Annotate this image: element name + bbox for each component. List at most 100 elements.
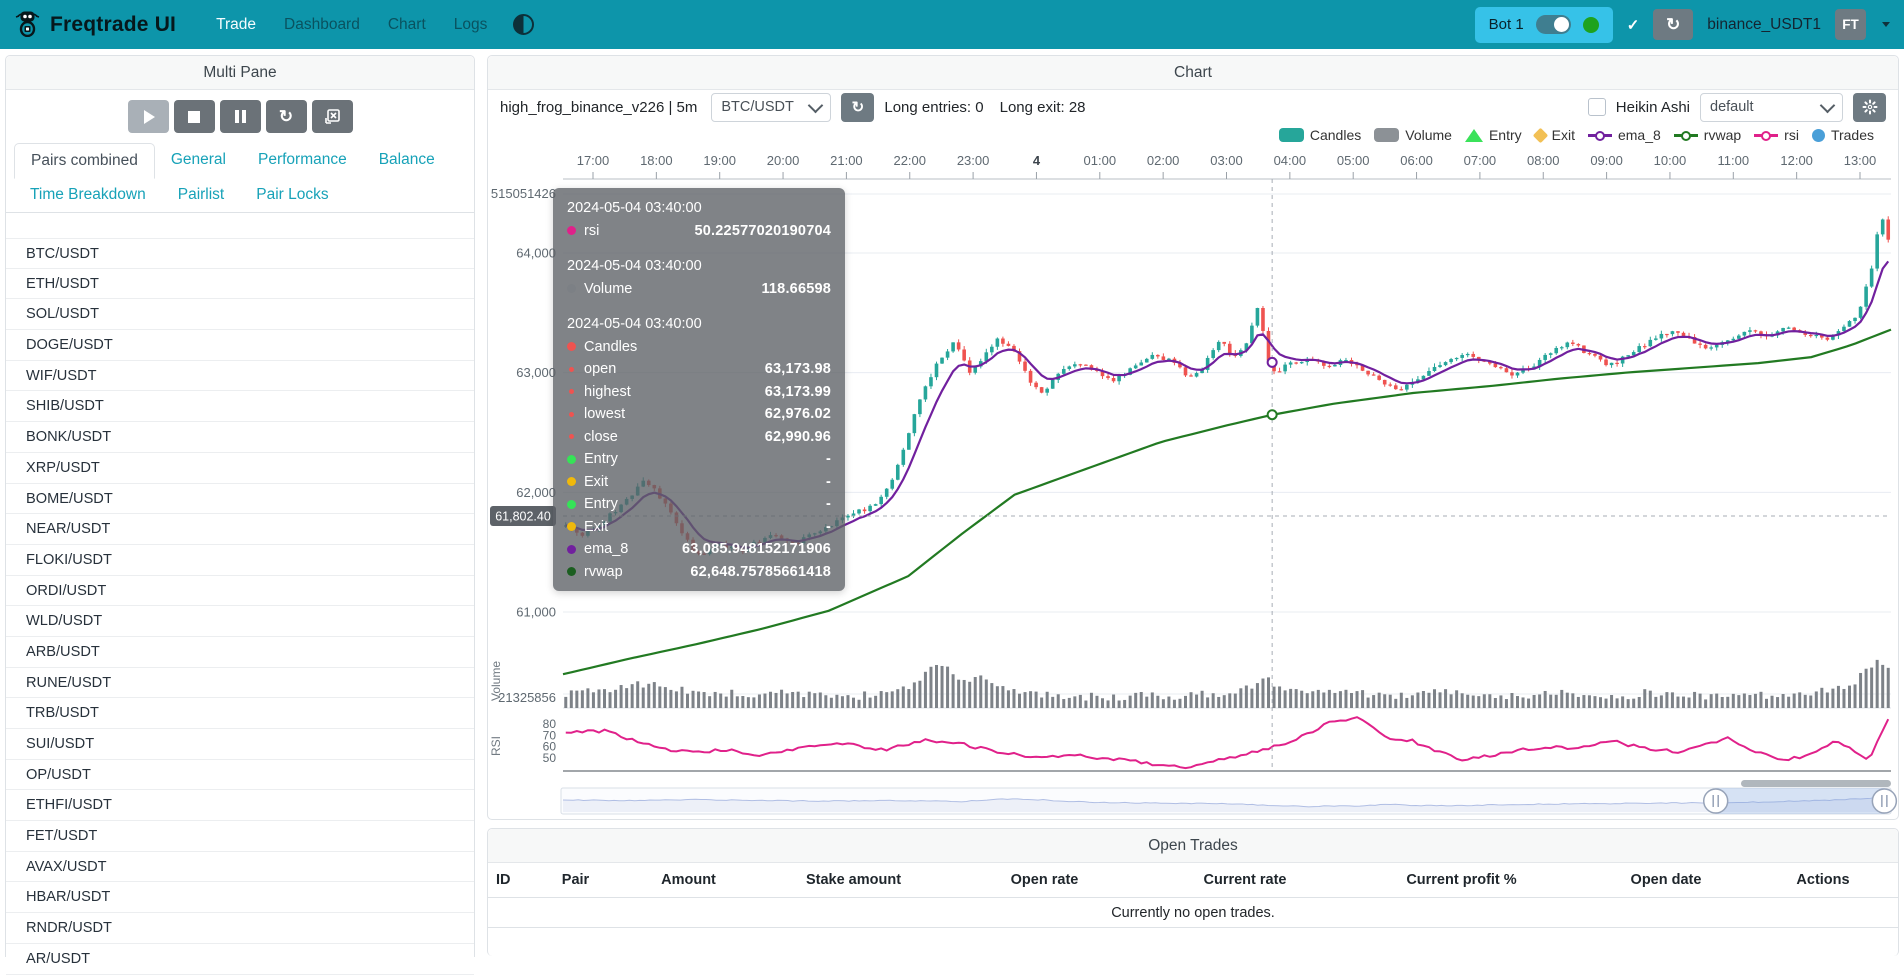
- reload-bot-button[interactable]: ↻: [1653, 9, 1693, 40]
- svg-text:61,802.40: 61,802.40: [495, 509, 551, 523]
- tab-time-breakdown[interactable]: Time Breakdown: [14, 178, 162, 212]
- pause-bot-button[interactable]: [220, 100, 261, 133]
- legend-label: Candles: [1310, 127, 1361, 143]
- series-dot-icon: [567, 522, 576, 531]
- nav-item-trade[interactable]: Trade: [216, 16, 256, 34]
- navbar-right: Bot 1 ✓ ↻ binance_USDT1 FT: [1475, 7, 1890, 43]
- column-header-open-date[interactable]: Open date: [1574, 872, 1758, 888]
- pair-row-ordi[interactable]: ORDI/USDT: [6, 576, 474, 607]
- tooltip-row-rvwap: rvwap62,648.75785661418: [567, 561, 831, 584]
- pair-row-btc[interactable]: BTC/USDT: [6, 238, 474, 269]
- plot-config-select[interactable]: default: [1700, 93, 1843, 122]
- legend-item-rsi[interactable]: rsi: [1754, 127, 1799, 143]
- play-icon: [144, 110, 155, 124]
- multi-pane-panel: Multi Pane ↻ Pairs combinedGeneralPerfor…: [5, 55, 475, 957]
- start-bot-button[interactable]: [128, 100, 169, 133]
- column-header-open-rate[interactable]: Open rate: [948, 872, 1141, 888]
- tooltip-value: 118.66598: [761, 281, 831, 297]
- column-header-pair[interactable]: Pair: [533, 872, 618, 888]
- tooltip-value: -: [826, 474, 831, 490]
- chart-tooltip: 2024-05-04 03:40:00rsi50.225770201907042…: [553, 188, 845, 591]
- pair-row-rndr[interactable]: RNDR/USDT: [6, 913, 474, 944]
- tab-balance[interactable]: Balance: [363, 143, 451, 178]
- column-header-stake-amount[interactable]: Stake amount: [759, 872, 948, 888]
- pair-row-trb[interactable]: TRB/USDT: [6, 698, 474, 729]
- reload-config-button[interactable]: ↻: [266, 100, 307, 133]
- legend-item-rvwap[interactable]: rvwap: [1674, 127, 1741, 143]
- nav-item-chart[interactable]: Chart: [388, 16, 426, 34]
- check-icon: ✓: [1627, 16, 1640, 34]
- heikin-ashi-checkbox[interactable]: [1588, 98, 1606, 116]
- pair-row-eth[interactable]: ETH/USDT: [6, 269, 474, 300]
- pair-row-doge[interactable]: DOGE/USDT: [6, 330, 474, 361]
- pair-row-wif[interactable]: WIF/USDT: [6, 361, 474, 392]
- column-header-amount[interactable]: Amount: [618, 872, 759, 888]
- bot-online-indicator: [1583, 17, 1599, 33]
- tooltip-timestamp: 2024-05-04 03:40:00: [567, 313, 831, 336]
- svg-text:50: 50: [543, 751, 557, 765]
- bot-enable-toggle[interactable]: [1536, 15, 1571, 34]
- legend-item-volume[interactable]: Volume: [1374, 127, 1452, 143]
- tooltip-label: Entry: [584, 496, 618, 512]
- pair-row-xrp[interactable]: XRP/USDT: [6, 453, 474, 484]
- refresh-icon: ↻: [279, 108, 293, 125]
- nav-item-dashboard[interactable]: Dashboard: [284, 16, 360, 34]
- tab-pairlist[interactable]: Pairlist: [162, 178, 241, 212]
- column-header-current-profit-[interactable]: Current profit %: [1349, 872, 1574, 888]
- tooltip-value: -: [826, 519, 831, 535]
- pair-row-near[interactable]: NEAR/USDT: [6, 514, 474, 545]
- user-avatar[interactable]: FT: [1835, 9, 1866, 40]
- tooltip-row-entry: Entry-: [567, 448, 831, 471]
- tooltip-row-entry: Entry-: [567, 493, 831, 516]
- pair-row-avax[interactable]: AVAX/USDT: [6, 852, 474, 883]
- user-menu-caret-icon[interactable]: [1882, 22, 1890, 27]
- svg-text:20:00: 20:00: [767, 153, 800, 168]
- tab-performance[interactable]: Performance: [242, 143, 363, 178]
- pair-row-arb[interactable]: ARB/USDT: [6, 637, 474, 668]
- tab-general[interactable]: General: [155, 143, 242, 178]
- pair-row-hbar[interactable]: HBAR/USDT: [6, 882, 474, 913]
- freqtrade-robot-logo-icon: [14, 8, 41, 42]
- pair-row-floki[interactable]: FLOKI/USDT: [6, 545, 474, 576]
- gear-icon: [1862, 99, 1878, 115]
- legend-item-entry[interactable]: Entry: [1465, 127, 1522, 143]
- theme-toggle-icon[interactable]: [513, 14, 534, 35]
- tooltip-value: 62,990.96: [765, 429, 831, 445]
- tooltip-label: highest: [584, 384, 631, 400]
- pair-row-wld[interactable]: WLD/USDT: [6, 606, 474, 637]
- pair-row-ar[interactable]: AR/USDT: [6, 944, 474, 975]
- pair-row-rune[interactable]: RUNE/USDT: [6, 668, 474, 699]
- bot-selector[interactable]: Bot 1: [1475, 7, 1613, 43]
- clear-logs-button[interactable]: [312, 100, 353, 133]
- pair-row-shib[interactable]: SHIB/USDT: [6, 391, 474, 422]
- chevron-down-icon: [1820, 97, 1836, 113]
- refresh-chart-button[interactable]: ↻: [841, 93, 874, 122]
- pair-select[interactable]: BTC/USDT: [711, 93, 831, 122]
- pair-row-fet[interactable]: FET/USDT: [6, 821, 474, 852]
- legend-item-ema_8[interactable]: ema_8: [1588, 127, 1661, 143]
- pair-row-bome[interactable]: BOME/USDT: [6, 484, 474, 515]
- tooltip-row-candles: Candles: [567, 336, 831, 359]
- pair-row-op[interactable]: OP/USDT: [6, 760, 474, 791]
- column-header-actions[interactable]: Actions: [1758, 872, 1888, 888]
- legend-item-exit[interactable]: Exit: [1535, 127, 1575, 143]
- pair-row-sol[interactable]: SOL/USDT: [6, 299, 474, 330]
- long-entries-label: Long entries: 0: [884, 99, 983, 116]
- stop-bot-button[interactable]: [174, 100, 215, 133]
- tab-pairs-combined[interactable]: Pairs combined: [14, 143, 155, 179]
- pair-row-bonk[interactable]: BONK/USDT: [6, 422, 474, 453]
- brand[interactable]: Freqtrade UI: [14, 8, 176, 42]
- column-header-id[interactable]: ID: [488, 872, 533, 888]
- multi-pane-title: Multi Pane: [6, 56, 474, 90]
- plot-settings-button[interactable]: [1853, 93, 1886, 122]
- tab-pair-locks[interactable]: Pair Locks: [240, 178, 344, 212]
- legend-item-trades[interactable]: Trades: [1812, 127, 1874, 143]
- pair-row-ethfi[interactable]: ETHFI/USDT: [6, 790, 474, 821]
- pair-row-sui[interactable]: SUI/USDT: [6, 729, 474, 760]
- refresh-icon: ↻: [1666, 15, 1680, 35]
- legend-item-candles[interactable]: Candles: [1279, 127, 1361, 143]
- column-header-current-rate[interactable]: Current rate: [1141, 872, 1349, 888]
- svg-text:19:00: 19:00: [703, 153, 736, 168]
- legend-label: rsi: [1784, 127, 1799, 143]
- nav-item-logs[interactable]: Logs: [454, 16, 488, 34]
